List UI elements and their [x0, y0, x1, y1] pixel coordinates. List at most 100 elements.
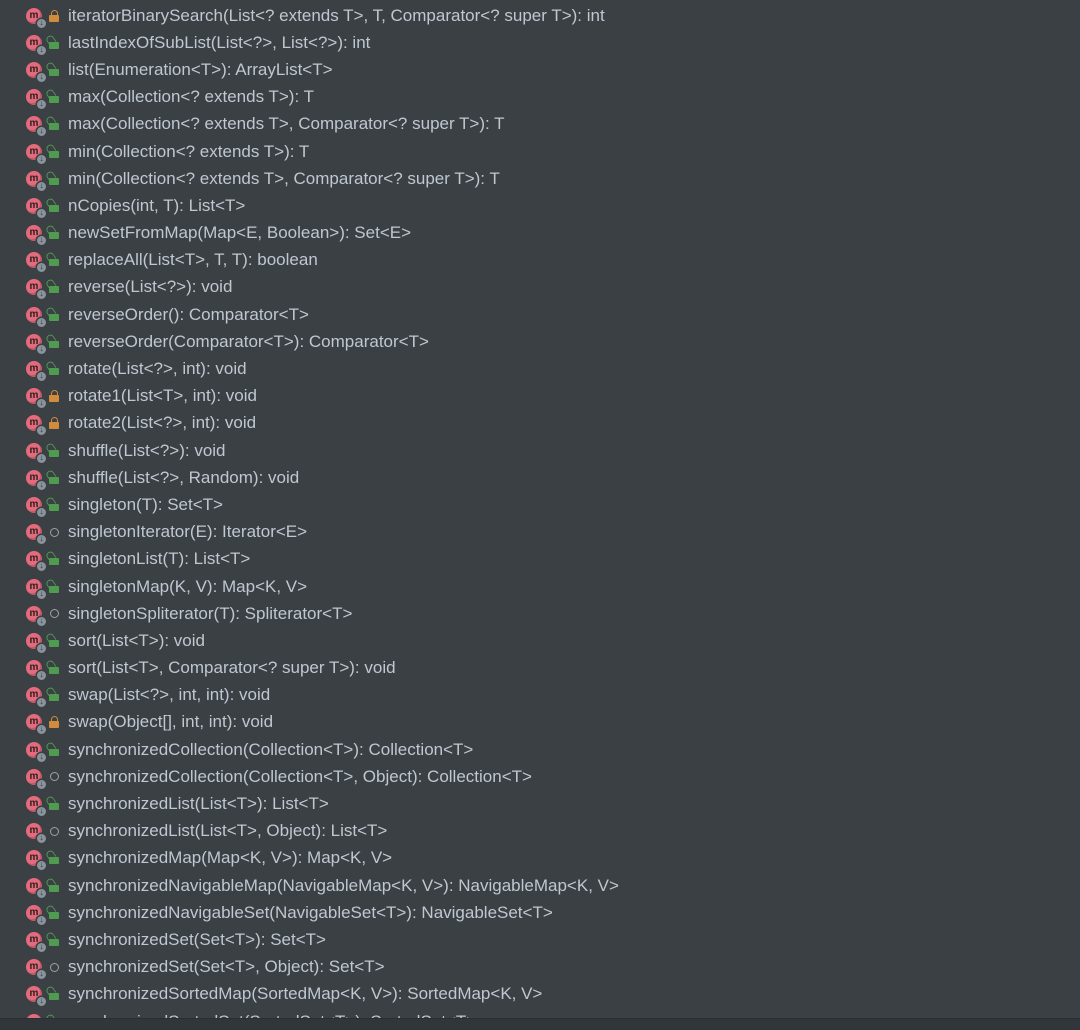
- method-signature: synchronizedSortedSet(SortedSet<T>): Sor…: [66, 1012, 476, 1018]
- method-icon: [26, 579, 42, 595]
- method-item[interactable]: singletonList(T): List<T>: [0, 546, 1080, 573]
- method-item[interactable]: lastIndexOfSubList(List<?>, List<?>): in…: [0, 29, 1080, 56]
- method-icon: [26, 524, 42, 540]
- method-signature: synchronizedSortedMap(SortedMap<K, V>): …: [66, 984, 542, 1004]
- method-icon: [26, 714, 42, 730]
- method-icon: [26, 307, 42, 323]
- method-icon: [26, 198, 42, 214]
- method-icon: [26, 171, 42, 187]
- method-item[interactable]: synchronizedSet(Set<T>, Object): Set<T>: [0, 954, 1080, 981]
- method-item[interactable]: shuffle(List<?>, Random): void: [0, 464, 1080, 491]
- override-overlay-icon: [37, 481, 46, 490]
- method-item[interactable]: synchronizedMap(Map<K, V>): Map<K, V>: [0, 845, 1080, 872]
- method-item[interactable]: synchronizedNavigableSet(NavigableSet<T>…: [0, 899, 1080, 926]
- override-overlay-icon: [37, 236, 46, 245]
- method-icon: [26, 89, 42, 105]
- method-item[interactable]: synchronizedCollection(Collection<T>): C…: [0, 736, 1080, 763]
- method-signature: synchronizedList(List<T>): List<T>: [66, 794, 329, 814]
- method-signature: replaceAll(List<T>, T, T): boolean: [66, 250, 318, 270]
- override-overlay-icon: [37, 426, 46, 435]
- method-item[interactable]: synchronizedSortedMap(SortedMap<K, V>): …: [0, 981, 1080, 1008]
- method-item[interactable]: max(Collection<? extends T>, Comparator<…: [0, 111, 1080, 138]
- method-item[interactable]: shuffle(List<?>): void: [0, 437, 1080, 464]
- method-icon: [26, 551, 42, 567]
- method-icon: [26, 62, 42, 78]
- method-signature: reverseOrder(): Comparator<T>: [66, 305, 309, 325]
- method-list: iteratorBinarySearch(List<? extends T>, …: [0, 0, 1080, 1018]
- override-overlay-icon: [37, 155, 46, 164]
- method-icon: [26, 878, 42, 894]
- method-icon: [26, 470, 42, 486]
- method-signature: max(Collection<? extends T>): T: [66, 87, 314, 107]
- method-item[interactable]: newSetFromMap(Map<E, Boolean>): Set<E>: [0, 220, 1080, 247]
- method-item[interactable]: synchronizedList(List<T>, Object): List<…: [0, 818, 1080, 845]
- method-item[interactable]: list(Enumeration<T>): ArrayList<T>: [0, 56, 1080, 83]
- method-item[interactable]: synchronizedCollection(Collection<T>, Ob…: [0, 763, 1080, 790]
- override-overlay-icon: [37, 454, 46, 463]
- method-item[interactable]: rotate1(List<T>, int): void: [0, 383, 1080, 410]
- method-signature: max(Collection<? extends T>, Comparator<…: [66, 114, 505, 134]
- override-overlay-icon: [37, 508, 46, 517]
- method-signature: lastIndexOfSubList(List<?>, List<?>): in…: [66, 33, 370, 53]
- override-overlay-icon: [37, 916, 46, 925]
- override-overlay-icon: [37, 970, 46, 979]
- override-overlay-icon: [37, 590, 46, 599]
- override-overlay-icon: [37, 290, 46, 299]
- override-overlay-icon: [37, 372, 46, 381]
- method-signature: singletonMap(K, V): Map<K, V>: [66, 577, 307, 597]
- method-item[interactable]: synchronizedSortedSet(SortedSet<T>): Sor…: [0, 1008, 1080, 1018]
- override-overlay-icon: [37, 617, 46, 626]
- method-signature: swap(List<?>, int, int): void: [66, 685, 270, 705]
- override-overlay-icon: [37, 19, 46, 28]
- override-overlay-icon: [37, 889, 46, 898]
- override-overlay-icon: [37, 725, 46, 734]
- method-icon: [26, 252, 42, 268]
- status-bar: [0, 1018, 1080, 1030]
- method-icon: [26, 986, 42, 1002]
- method-item[interactable]: synchronizedSet(Set<T>): Set<T>: [0, 926, 1080, 953]
- method-item[interactable]: synchronizedList(List<T>): List<T>: [0, 790, 1080, 817]
- method-icon: [26, 932, 42, 948]
- method-item[interactable]: reverse(List<?>): void: [0, 274, 1080, 301]
- method-icon: [26, 769, 42, 785]
- method-signature: singletonIterator(E): Iterator<E>: [66, 522, 307, 542]
- method-signature: shuffle(List<?>, Random): void: [66, 468, 299, 488]
- method-item[interactable]: iteratorBinarySearch(List<? extends T>, …: [0, 2, 1080, 29]
- method-icon: [26, 116, 42, 132]
- method-item[interactable]: sort(List<T>, Comparator<? super T>): vo…: [0, 655, 1080, 682]
- method-item[interactable]: swap(List<?>, int, int): void: [0, 682, 1080, 709]
- method-item[interactable]: nCopies(int, T): List<T>: [0, 192, 1080, 219]
- method-item[interactable]: reverseOrder(): Comparator<T>: [0, 301, 1080, 328]
- method-item[interactable]: swap(Object[], int, int): void: [0, 709, 1080, 736]
- method-signature: singletonList(T): List<T>: [66, 549, 250, 569]
- method-item[interactable]: reverseOrder(Comparator<T>): Comparator<…: [0, 328, 1080, 355]
- method-item[interactable]: synchronizedNavigableMap(NavigableMap<K,…: [0, 872, 1080, 899]
- method-item[interactable]: max(Collection<? extends T>): T: [0, 84, 1080, 111]
- method-item[interactable]: singleton(T): Set<T>: [0, 491, 1080, 518]
- override-overlay-icon: [37, 182, 46, 191]
- override-overlay-icon: [37, 943, 46, 952]
- method-item[interactable]: rotate(List<?>, int): void: [0, 355, 1080, 382]
- override-overlay-icon: [37, 73, 46, 82]
- method-item[interactable]: min(Collection<? extends T>, Comparator<…: [0, 165, 1080, 192]
- method-item[interactable]: singletonMap(K, V): Map<K, V>: [0, 573, 1080, 600]
- override-overlay-icon: [37, 318, 46, 327]
- method-icon: [26, 497, 42, 513]
- method-item[interactable]: replaceAll(List<T>, T, T): boolean: [0, 247, 1080, 274]
- method-item[interactable]: rotate2(List<?>, int): void: [0, 410, 1080, 437]
- method-signature: rotate2(List<?>, int): void: [66, 413, 256, 433]
- method-item[interactable]: min(Collection<? extends T>): T: [0, 138, 1080, 165]
- method-signature: singleton(T): Set<T>: [66, 495, 223, 515]
- structure-view: iteratorBinarySearch(List<? extends T>, …: [0, 0, 1080, 1018]
- method-icon: [26, 606, 42, 622]
- method-signature: rotate1(List<T>, int): void: [66, 386, 257, 406]
- method-item[interactable]: singletonIterator(E): Iterator<E>: [0, 519, 1080, 546]
- method-icon: [26, 905, 42, 921]
- public-lock-icon: [42, 1016, 66, 1018]
- override-overlay-icon: [37, 100, 46, 109]
- method-item[interactable]: singletonSpliterator(T): Spliterator<T>: [0, 600, 1080, 627]
- method-item[interactable]: sort(List<T>): void: [0, 627, 1080, 654]
- method-signature: synchronizedNavigableMap(NavigableMap<K,…: [66, 876, 619, 896]
- method-icon: [26, 225, 42, 241]
- override-overlay-icon: [37, 698, 46, 707]
